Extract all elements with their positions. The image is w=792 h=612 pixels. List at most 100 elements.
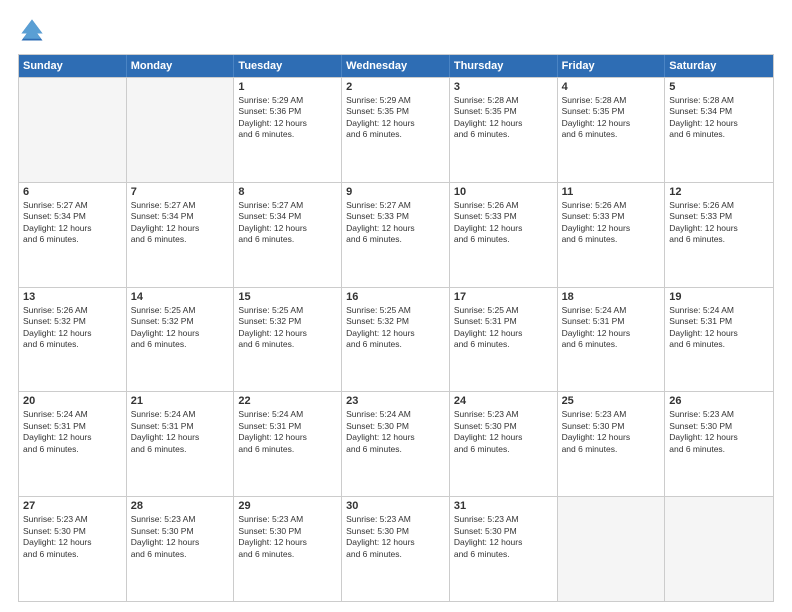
calendar-cell: 17Sunrise: 5:25 AMSunset: 5:31 PMDayligh… (450, 288, 558, 392)
calendar-cell: 28 Sunrise: 5:23 AMSunset: 5:30 PMDayligh… (127, 497, 235, 601)
calendar-cell: 9 Sunrise: 5:27 AMSunset: 5:33 PMDaylight… (342, 183, 450, 287)
cell-details: Sunrise: 5:28 AMSunset: 5:35 PMDaylight:… (562, 95, 661, 141)
calendar-cell: 18 Sunrise: 5:24 AMSunset: 5:31 PMDayligh… (558, 288, 666, 392)
cell-details: Sunrise: 5:24 AMSunset: 5:31 PMDaylight:… (238, 409, 337, 455)
cell-details: Sunrise: 5:29 AMSunset: 5:36 PMDaylight:… (238, 95, 337, 141)
day-number: 27 (23, 500, 122, 512)
calendar-cell: 3 Sunrise: 5:28 AMSunset: 5:35 PMDaylight… (450, 78, 558, 182)
day-number: 20 (23, 395, 122, 407)
calendar-cell: 5 Sunrise: 5:28 AMSunset: 5:34 PMDaylight… (665, 78, 773, 182)
calendar-cell: 4 Sunrise: 5:28 AMSunset: 5:35 PMDaylight… (558, 78, 666, 182)
calendar-cell (127, 78, 235, 182)
logo (18, 16, 50, 44)
cell-details: Sunrise: 5:27 AMSunset: 5:34 PMDaylight:… (23, 200, 122, 246)
calendar-cell: 27 Sunrise: 5:23 AMSunset: 5:30 PMDayligh… (19, 497, 127, 601)
day-number: 4 (562, 81, 661, 93)
cell-details: Sunrise: 5:25 AMSunset: 5:32 PMDaylight:… (131, 305, 230, 351)
calendar-row: 27 Sunrise: 5:23 AMSunset: 5:30 PMDayligh… (19, 496, 773, 601)
cell-details: Sunrise: 5:23 AMSunset: 5:30 PMDaylight:… (669, 409, 769, 455)
calendar-row: 1 Sunrise: 5:29 AMSunset: 5:36 PMDaylight… (19, 77, 773, 182)
day-number: 11 (562, 186, 661, 198)
day-number: 26 (669, 395, 769, 407)
cell-details: Sunrise: 5:23 AMSunset: 5:30 PMDaylight:… (454, 409, 553, 455)
calendar-cell: 20 Sunrise: 5:24 AMSunset: 5:31 PMDayligh… (19, 392, 127, 496)
cell-details: Sunrise: 5:26 AMSunset: 5:32 PMDaylight:… (23, 305, 122, 351)
day-number: 22 (238, 395, 337, 407)
calendar-cell: 22 Sunrise: 5:24 AMSunset: 5:31 PMDayligh… (234, 392, 342, 496)
calendar-cell: 14 Sunrise: 5:25 AMSunset: 5:32 PMDayligh… (127, 288, 235, 392)
header-day: Thursday (450, 55, 558, 77)
day-number: 14 (131, 291, 230, 303)
day-number: 18 (562, 291, 661, 303)
cell-details: Sunrise: 5:27 AMSunset: 5:34 PMDaylight:… (131, 200, 230, 246)
day-number: 1 (238, 81, 337, 93)
day-number: 16 (346, 291, 445, 303)
cell-details: Sunrise: 5:24 AMSunset: 5:31 PMDaylight:… (131, 409, 230, 455)
calendar-cell (19, 78, 127, 182)
calendar-cell: 2 Sunrise: 5:29 AMSunset: 5:35 PMDaylight… (342, 78, 450, 182)
day-number: 21 (131, 395, 230, 407)
cell-details: Sunrise: 5:27 AMSunset: 5:33 PMDaylight:… (346, 200, 445, 246)
cell-details: Sunrise: 5:24 AMSunset: 5:30 PMDaylight:… (346, 409, 445, 455)
cell-details: Sunrise: 5:23 AMSunset: 5:30 PMDaylight:… (131, 514, 230, 560)
calendar-header: SundayMondayTuesdayWednesdayThursdayFrid… (19, 55, 773, 77)
day-number: 6 (23, 186, 122, 198)
cell-details: Sunrise: 5:26 AMSunset: 5:33 PMDaylight:… (669, 200, 769, 246)
calendar-cell: 19 Sunrise: 5:24 AMSunset: 5:31 PMDayligh… (665, 288, 773, 392)
cell-details: Sunrise: 5:28 AMSunset: 5:35 PMDaylight:… (454, 95, 553, 141)
calendar-row: 6 Sunrise: 5:27 AMSunset: 5:34 PMDaylight… (19, 182, 773, 287)
day-number: 2 (346, 81, 445, 93)
day-number: 10 (454, 186, 553, 198)
header-day: Friday (558, 55, 666, 77)
calendar-cell: 31 Sunrise: 5:23 AMSunset: 5:30 PMDayligh… (450, 497, 558, 601)
header-day: Sunday (19, 55, 127, 77)
page: SundayMondayTuesdayWednesdayThursdayFrid… (0, 0, 792, 612)
day-number: 5 (669, 81, 769, 93)
cell-details: Sunrise: 5:23 AMSunset: 5:30 PMDaylight:… (238, 514, 337, 560)
cell-details: Sunrise: 5:28 AMSunset: 5:34 PMDaylight:… (669, 95, 769, 141)
day-number: 25 (562, 395, 661, 407)
cell-details: Sunrise: 5:23 AMSunset: 5:30 PMDaylight:… (346, 514, 445, 560)
day-number: 3 (454, 81, 553, 93)
cell-details: Sunrise: 5:23 AMSunset: 5:30 PMDaylight:… (454, 514, 553, 560)
cell-details: Sunrise: 5:24 AMSunset: 5:31 PMDaylight:… (669, 305, 769, 351)
cell-details: Sunrise: 5:24 AMSunset: 5:31 PMDaylight:… (562, 305, 661, 351)
header-day: Saturday (665, 55, 773, 77)
calendar-cell: 21 Sunrise: 5:24 AMSunset: 5:31 PMDayligh… (127, 392, 235, 496)
day-number: 12 (669, 186, 769, 198)
calendar-cell: 24Sunrise: 5:23 AMSunset: 5:30 PMDayligh… (450, 392, 558, 496)
day-number: 19 (669, 291, 769, 303)
calendar-cell: 30 Sunrise: 5:23 AMSunset: 5:30 PMDayligh… (342, 497, 450, 601)
calendar-cell: 13Sunrise: 5:26 AMSunset: 5:32 PMDayligh… (19, 288, 127, 392)
calendar-cell: 11 Sunrise: 5:26 AMSunset: 5:33 PMDayligh… (558, 183, 666, 287)
cell-details: Sunrise: 5:26 AMSunset: 5:33 PMDaylight:… (562, 200, 661, 246)
cell-details: Sunrise: 5:26 AMSunset: 5:33 PMDaylight:… (454, 200, 553, 246)
day-number: 15 (238, 291, 337, 303)
calendar-cell: 8 Sunrise: 5:27 AMSunset: 5:34 PMDaylight… (234, 183, 342, 287)
cell-details: Sunrise: 5:23 AMSunset: 5:30 PMDaylight:… (23, 514, 122, 560)
day-number: 29 (238, 500, 337, 512)
calendar-body: 1 Sunrise: 5:29 AMSunset: 5:36 PMDaylight… (19, 77, 773, 601)
calendar-row: 20 Sunrise: 5:24 AMSunset: 5:31 PMDayligh… (19, 391, 773, 496)
cell-details: Sunrise: 5:29 AMSunset: 5:35 PMDaylight:… (346, 95, 445, 141)
calendar-row: 13Sunrise: 5:26 AMSunset: 5:32 PMDayligh… (19, 287, 773, 392)
calendar-cell (665, 497, 773, 601)
day-number: 8 (238, 186, 337, 198)
header-day: Wednesday (342, 55, 450, 77)
cell-details: Sunrise: 5:25 AMSunset: 5:32 PMDaylight:… (238, 305, 337, 351)
day-number: 28 (131, 500, 230, 512)
day-number: 9 (346, 186, 445, 198)
calendar-cell: 29 Sunrise: 5:23 AMSunset: 5:30 PMDayligh… (234, 497, 342, 601)
logo-icon (18, 16, 46, 44)
calendar-cell: 1 Sunrise: 5:29 AMSunset: 5:36 PMDaylight… (234, 78, 342, 182)
calendar-cell: 16Sunrise: 5:25 AMSunset: 5:32 PMDayligh… (342, 288, 450, 392)
calendar-cell: 10 Sunrise: 5:26 AMSunset: 5:33 PMDayligh… (450, 183, 558, 287)
calendar-cell: 12 Sunrise: 5:26 AMSunset: 5:33 PMDayligh… (665, 183, 773, 287)
cell-details: Sunrise: 5:27 AMSunset: 5:34 PMDaylight:… (238, 200, 337, 246)
header-day: Tuesday (234, 55, 342, 77)
calendar-cell (558, 497, 666, 601)
day-number: 31 (454, 500, 553, 512)
day-number: 17 (454, 291, 553, 303)
day-number: 30 (346, 500, 445, 512)
cell-details: Sunrise: 5:24 AMSunset: 5:31 PMDaylight:… (23, 409, 122, 455)
